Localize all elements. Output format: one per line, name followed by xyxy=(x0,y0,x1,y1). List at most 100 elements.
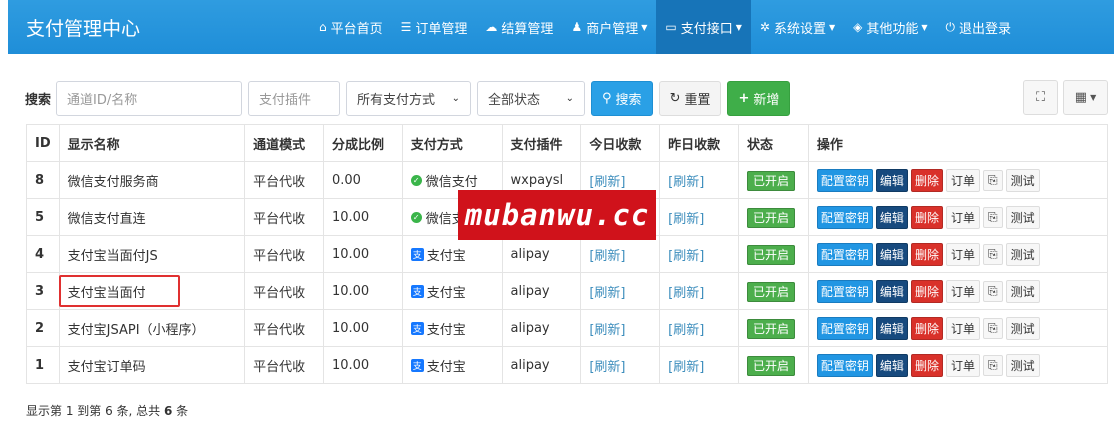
delete-button[interactable]: 删除 xyxy=(910,168,943,192)
copy-icon[interactable]: ⎘ xyxy=(982,354,1003,376)
edit-button[interactable]: 编辑 xyxy=(875,316,908,340)
delete-button[interactable]: 删除 xyxy=(910,279,943,303)
pay-type-label: 支付宝 xyxy=(426,285,466,301)
add-button-label: 新增 xyxy=(753,92,780,108)
orders-button[interactable]: 订单 xyxy=(945,353,980,377)
orders-button[interactable]: 订单 xyxy=(945,205,980,229)
copy-icon[interactable]: ⎘ xyxy=(982,243,1003,265)
config-key-button[interactable]: 配置密钥 xyxy=(816,242,873,266)
nav-item-1[interactable]: ☰ 订单管理 xyxy=(392,0,477,54)
power-icon: ⏻ xyxy=(945,19,956,34)
delete-button[interactable]: 删除 xyxy=(910,353,943,377)
config-key-button[interactable]: 配置密钥 xyxy=(816,353,873,377)
fullscreen-icon[interactable]: ⛶ xyxy=(1023,80,1058,115)
orders-button[interactable]: 订单 xyxy=(945,316,980,340)
config-key-button[interactable]: 配置密钥 xyxy=(816,205,873,229)
refresh-today-link[interactable]: [刷新] xyxy=(589,360,625,375)
search-button-label: 搜索 xyxy=(615,92,642,108)
copy-icon[interactable]: ⎘ xyxy=(982,317,1003,339)
column-header: ID xyxy=(26,124,60,162)
nav-item-6[interactable]: ◈ 其他功能 ▼ xyxy=(844,0,936,54)
orders-button[interactable]: 订单 xyxy=(945,168,980,192)
test-button[interactable]: 测试 xyxy=(1005,316,1040,340)
refresh-yesterday-link[interactable]: [刷新] xyxy=(668,249,704,264)
test-button[interactable]: 测试 xyxy=(1005,242,1040,266)
nav-item-7[interactable]: ⏻ 退出登录 xyxy=(937,0,1021,54)
test-button[interactable]: 测试 xyxy=(1005,205,1040,229)
brand-title[interactable]: 支付管理中心 xyxy=(26,14,310,41)
status-badge[interactable]: 已开启 xyxy=(747,318,796,339)
config-key-button[interactable]: 配置密钥 xyxy=(816,279,873,303)
pay-type-select[interactable]: 所有支付方式 ⌄ xyxy=(346,80,472,116)
test-button[interactable]: 测试 xyxy=(1005,353,1040,377)
edit-button[interactable]: 编辑 xyxy=(875,205,908,229)
refresh-today-link[interactable]: [刷新] xyxy=(589,286,625,301)
row-mode: 平台代收 xyxy=(244,309,324,347)
wechat-icon: ✓ xyxy=(410,174,422,186)
delete-button[interactable]: 删除 xyxy=(910,316,943,340)
row-status: 已开启 xyxy=(738,161,809,199)
nav-item-4[interactable]: ▭ 支付接口 ▼ xyxy=(656,0,751,54)
nav-item-3[interactable]: ♟ 商户管理 ▼ xyxy=(562,0,656,54)
config-key-button[interactable]: 配置密钥 xyxy=(816,316,873,340)
add-button[interactable]: + 新增 xyxy=(727,80,791,116)
config-key-button[interactable]: 配置密钥 xyxy=(816,168,873,192)
status-badge[interactable]: 已开启 xyxy=(747,207,796,228)
refresh-yesterday-link[interactable]: [刷新] xyxy=(668,175,704,190)
nav-item-2[interactable]: ☁ 结算管理 xyxy=(476,0,562,54)
status-select[interactable]: 全部状态 ⌄ xyxy=(477,80,586,116)
edit-button[interactable]: 编辑 xyxy=(875,353,908,377)
plugin-search-input[interactable]: 支付插件 xyxy=(248,80,341,116)
user-icon: ♟ xyxy=(571,20,583,34)
refresh-today-link[interactable]: [刷新] xyxy=(589,323,625,338)
row-ratio: 0.00 xyxy=(322,161,403,199)
row-ratio: 10.00 xyxy=(322,235,403,273)
row-actions: 配置密钥 编辑 删除 订单 ⎘ 测试 xyxy=(807,272,1109,310)
status-badge[interactable]: 已开启 xyxy=(747,355,796,376)
reset-button[interactable]: ↻ 重置 xyxy=(658,80,722,116)
table-row: 2 支付宝JSAPI（小程序） 平台代收 10.00 支支付宝 alipay [刷新] [刷新… xyxy=(26,309,1109,347)
refresh-today-link[interactable]: [刷新] xyxy=(589,249,625,264)
column-header: 昨日收款 xyxy=(659,124,739,162)
refresh-today-link[interactable]: [刷新] xyxy=(589,175,625,190)
edit-button[interactable]: 编辑 xyxy=(875,168,908,192)
nav-item-0[interactable]: ⌂ 平台首页 xyxy=(310,0,392,54)
delete-button[interactable]: 删除 xyxy=(910,205,943,229)
highlight-box xyxy=(59,275,180,307)
refresh-yesterday-link[interactable]: [刷新] xyxy=(668,286,704,301)
pay-type-label: 支付宝 xyxy=(426,359,466,375)
copy-icon[interactable]: ⎘ xyxy=(982,169,1003,191)
orders-button[interactable]: 订单 xyxy=(945,279,980,303)
test-button[interactable]: 测试 xyxy=(1005,279,1040,303)
refresh-yesterday-link[interactable]: [刷新] xyxy=(668,360,704,375)
table-header-row: ID 显示名称 通道模式 分成比例 支付方式 支付插件 今日收款 昨日收款 状态 操作 xyxy=(26,124,1109,162)
test-button[interactable]: 测试 xyxy=(1005,168,1040,192)
row-yesterday: [刷新] xyxy=(659,309,739,347)
status-badge[interactable]: 已开启 xyxy=(747,244,796,265)
wechat-icon: ✓ xyxy=(410,211,422,223)
nav-item-label: 订单管理 xyxy=(415,21,468,37)
status-badge[interactable]: 已开启 xyxy=(747,281,796,302)
row-pay-type: 支支付宝 xyxy=(401,346,503,384)
nav-item-5[interactable]: ✲ 系统设置 ▼ xyxy=(751,0,844,54)
refresh-icon: ↻ xyxy=(669,90,681,106)
refresh-yesterday-link[interactable]: [刷新] xyxy=(668,323,704,338)
copy-icon[interactable]: ⎘ xyxy=(982,280,1003,302)
row-mode: 平台代收 xyxy=(244,272,324,310)
channel-search-input[interactable]: 通道ID/名称 xyxy=(56,80,243,116)
edit-button[interactable]: 编辑 xyxy=(875,242,908,266)
row-ratio: 10.00 xyxy=(322,272,403,310)
status-badge[interactable]: 已开启 xyxy=(747,170,796,191)
row-status: 已开启 xyxy=(738,346,809,384)
search-button[interactable]: ⚲ 搜索 xyxy=(591,80,653,116)
orders-button[interactable]: 订单 xyxy=(945,242,980,266)
copy-icon[interactable]: ⎘ xyxy=(982,206,1003,228)
columns-icon[interactable]: ▦ ▼ xyxy=(1063,80,1108,115)
edit-button[interactable]: 编辑 xyxy=(875,279,908,303)
delete-button[interactable]: 删除 xyxy=(910,242,943,266)
column-header: 操作 xyxy=(807,124,1109,162)
pay-type-label: 支付宝 xyxy=(426,248,466,264)
refresh-yesterday-link[interactable]: [刷新] xyxy=(668,212,704,227)
credit-card-icon: ▭ xyxy=(665,20,677,34)
row-actions: 配置密钥 编辑 删除 订单 ⎘ 测试 xyxy=(807,235,1109,273)
